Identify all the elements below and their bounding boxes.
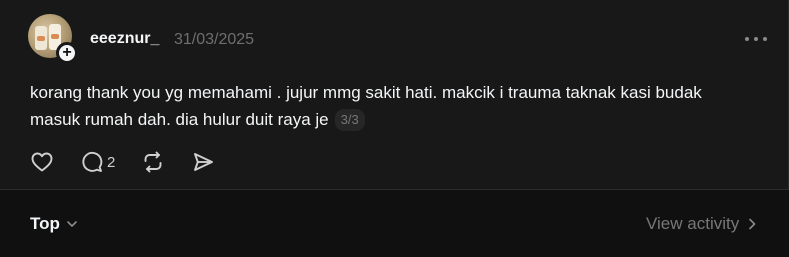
post-text: korang thank you yg memahami . jujur mmg… [30, 83, 702, 129]
more-horizontal-icon [745, 37, 749, 41]
repost-button[interactable] [141, 150, 165, 174]
more-horizontal-icon [763, 37, 767, 41]
view-activity-label: View activity [646, 214, 740, 233]
page-indicator: 3/3 [334, 109, 365, 131]
plus-icon: + [62, 43, 72, 61]
like-button[interactable] [30, 150, 54, 174]
avatar-image-label [37, 36, 45, 41]
send-icon [194, 153, 214, 171]
chevron-right-icon [749, 218, 756, 230]
reply-count: 2 [107, 153, 116, 171]
post-body: korang thank you yg memahami . jujur mmg… [30, 79, 730, 133]
chevron-down-icon [67, 221, 77, 227]
more-horizontal-icon [754, 37, 758, 41]
reply-button[interactable]: 2 [80, 150, 115, 174]
follow-button[interactable]: + [56, 42, 78, 64]
avatar-image-label [51, 34, 59, 39]
thread-post: + eeeznur_ 31/03/2025 korang thank you y… [0, 0, 789, 190]
avatar-container[interactable]: + [28, 14, 78, 64]
sort-label: Top [30, 214, 60, 233]
repost-icon [144, 151, 162, 173]
more-options-button[interactable] [745, 28, 767, 50]
username[interactable]: eeeznur_ [90, 30, 159, 48]
heart-icon [31, 152, 53, 172]
post-timestamp[interactable]: 31/03/2025 [174, 31, 254, 49]
share-button[interactable] [191, 150, 215, 174]
post-actions: 2 [30, 150, 241, 174]
sort-dropdown[interactable]: Top [30, 214, 79, 234]
comment-icon [82, 151, 103, 172]
replies-toolbar: Top View activity [0, 190, 789, 257]
view-activity-link[interactable]: View activity [646, 214, 759, 234]
